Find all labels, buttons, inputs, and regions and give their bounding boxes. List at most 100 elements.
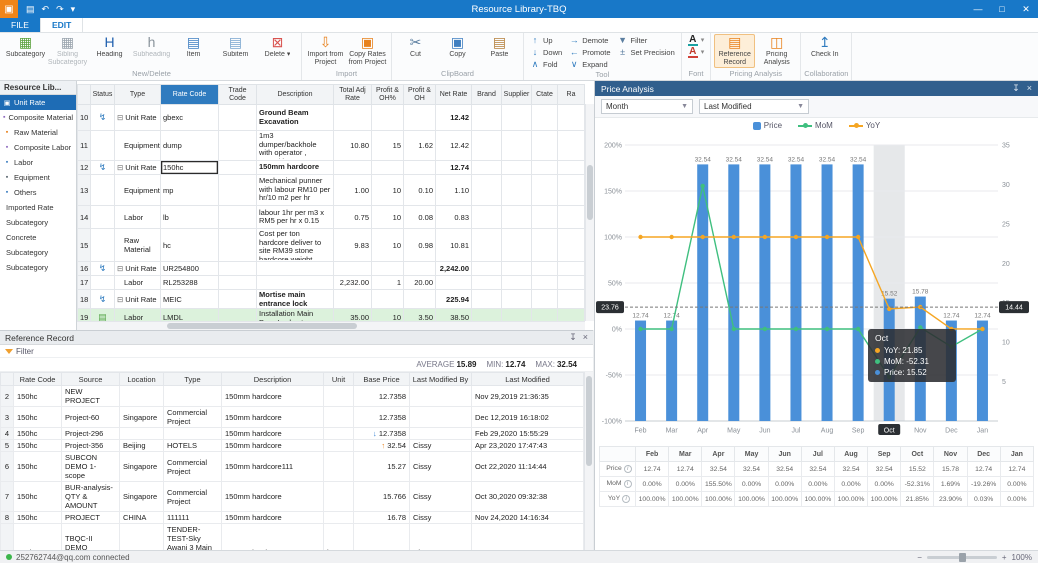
close-panel-icon[interactable]: × (1027, 83, 1032, 94)
sidebar-item-unit-rate[interactable]: ▣Unit Rate (0, 95, 76, 110)
table-row[interactable]: 5150hcProject-356BeijingHOTELS150mm hard… (1, 440, 584, 452)
ribbon-button-promote[interactable]: ←Promote (566, 46, 613, 58)
column-header-unit[interactable]: Unit (324, 373, 354, 386)
filter-label[interactable]: Filter (16, 347, 34, 356)
ribbon-button-pricing-analysis[interactable]: ◫Pricing Analysis (756, 34, 797, 68)
cell-rate-code[interactable]: mp (161, 175, 219, 206)
tab-edit[interactable]: EDIT (40, 18, 83, 32)
table-row[interactable]: 13EquipmentmpMechanical punner with labo… (78, 175, 585, 206)
legend-item-mom[interactable]: MoM (798, 121, 833, 130)
collapse-icon[interactable]: ⊟ (117, 295, 123, 304)
ribbon-button-cut[interactable]: ✂Cut (395, 34, 436, 60)
close-button[interactable]: ✕ (1014, 0, 1038, 18)
pin-icon[interactable]: ↧ (569, 332, 577, 343)
table-row[interactable]: 16↯⊟Unit RateUR2548002,242.00 (78, 262, 585, 276)
ribbon-button-demote[interactable]: →Demote (566, 34, 613, 46)
ribbon-button-font-fill[interactable]: A▾ (685, 46, 708, 58)
table-row[interactable]: 15Raw MaterialhcCost per ton hardcore de… (78, 229, 585, 262)
column-header-net-rate[interactable]: Net Rate (436, 85, 472, 105)
column-header-type[interactable]: Type (115, 85, 161, 105)
column-header-location[interactable]: Location (120, 373, 164, 386)
ribbon-button-copy-rates-from-project[interactable]: ▣Copy Rates from Project (347, 34, 388, 68)
close-panel-icon[interactable]: × (583, 332, 588, 343)
table-row[interactable]: 8150hcPROJECTCHINA111111150mm hardcore16… (1, 512, 584, 524)
ribbon-button-paste[interactable]: ▤Paste (479, 34, 520, 60)
table-row[interactable]: 2150hcNEW PROJECT150mm hardcore12.7358No… (1, 386, 584, 407)
sidebar-item-composite-material[interactable]: ▪Composite Material (0, 110, 76, 125)
ribbon-button-font-color[interactable]: A▾ (685, 34, 708, 46)
legend-item-price[interactable]: Price (753, 121, 782, 130)
ribbon-button-check-in[interactable]: ↥Check In (804, 34, 845, 60)
scrollbar-thumb[interactable] (167, 323, 357, 329)
cell-rate-code[interactable]: lb (161, 206, 219, 229)
undo-icon[interactable]: ↶ (42, 4, 50, 15)
table-row[interactable]: 4150hcProject-296150mm hardcore↓ 12.7358… (1, 428, 584, 440)
cell-rate-code[interactable]: UR254800 (161, 262, 219, 276)
scrollbar-thumb[interactable] (587, 165, 593, 220)
column-header-rate-code[interactable]: Rate Code (161, 85, 219, 105)
ribbon-button-import-from-project[interactable]: ⇩Import from Project (305, 34, 346, 68)
vertical-scrollbar[interactable] (584, 372, 593, 550)
table-row[interactable]: 11Equipmentdump1m3 dumper/backhole with … (78, 131, 585, 161)
ribbon-button-fold[interactable]: ∧Fold (527, 58, 565, 70)
table-row[interactable]: 17LaborRL2532882,232.00120.00 (78, 276, 585, 290)
table-row[interactable]: 9150hc_1TBQC-II DEMO PROJECT--mainroomTE… (1, 524, 584, 551)
column-header-description[interactable]: Description (257, 85, 334, 105)
sidebar-item-equipment[interactable]: ▪Equipment (0, 170, 76, 185)
column-header-x[interactable] (78, 85, 91, 105)
save-icon[interactable]: ▤ (26, 4, 35, 15)
table-row[interactable]: 12↯⊟Unit Rate150hc150mm hardcore12.74 (78, 161, 585, 175)
table-row[interactable]: 6150hcSUBCON DEMO 1-scopeSingaporeCommer… (1, 452, 584, 482)
cell-rate-code[interactable]: 150hc (161, 161, 219, 175)
ribbon-button-set-precision[interactable]: ±Set Precision (615, 46, 678, 58)
zoom-out-button[interactable]: − (917, 553, 922, 562)
column-header-brand[interactable]: Brand (472, 85, 502, 105)
zoom-in-button[interactable]: + (1002, 553, 1007, 562)
table-row[interactable]: 3150hcProject-60SingaporeCommercial Proj… (1, 407, 584, 428)
ribbon-button-subheading[interactable]: hSubheading (131, 34, 172, 60)
minimize-button[interactable]: — (966, 0, 990, 18)
zoom-slider[interactable] (927, 556, 997, 559)
info-icon[interactable]: i (624, 465, 632, 473)
tab-file[interactable]: FILE (0, 18, 40, 32)
ribbon-button-up[interactable]: ↑Up (527, 34, 565, 46)
cell-rate-code[interactable]: gbexc (161, 105, 219, 131)
maximize-button[interactable]: □ (990, 0, 1014, 18)
column-header-trade-code[interactable]: Trade Code (219, 85, 257, 105)
ribbon-button-reference-record[interactable]: ▤Reference Record (714, 34, 755, 68)
ribbon-button-subitem[interactable]: ▤Subitem (215, 34, 256, 60)
table-row[interactable]: 14Laborlblabour 1hr per m3 x RM5 per hr … (78, 206, 585, 229)
sidebar-item-imported-rate[interactable]: Imported Rate (0, 200, 76, 215)
price-chart[interactable]: -100%-50%0%50%100%150%200%51015202530351… (595, 133, 1038, 445)
column-header-supplier[interactable]: Supplier (502, 85, 532, 105)
cell-rate-code[interactable]: RL253288 (161, 276, 219, 290)
legend-item-yoy[interactable]: YoY (849, 121, 880, 130)
ribbon-button-delete[interactable]: ⊠Delete ▾ (257, 34, 298, 60)
ribbon-button-item[interactable]: ▤Item (173, 34, 214, 60)
redo-icon[interactable]: ↷ (56, 4, 64, 15)
sidebar-item-subcategory[interactable]: Subcategory (0, 260, 76, 275)
ribbon-button-expand[interactable]: ∨Expand (566, 58, 613, 70)
scrollbar-thumb[interactable] (586, 376, 592, 466)
horizontal-scrollbar[interactable] (77, 321, 585, 330)
column-header-rate-code[interactable]: Rate Code (14, 373, 62, 386)
ribbon-button-down[interactable]: ↓Down (527, 46, 565, 58)
column-header-profit-oh[interactable]: Profit & OH (404, 85, 436, 105)
sidebar-item-composite-labor[interactable]: ▪Composite Labor (0, 140, 76, 155)
column-header-status[interactable]: Status (91, 85, 115, 105)
sidebar-item-others[interactable]: ▪Others (0, 185, 76, 200)
cell-rate-code[interactable]: hc (161, 229, 219, 262)
collapse-icon[interactable]: ⊟ (117, 163, 123, 172)
ribbon-button-copy[interactable]: ▣Copy (437, 34, 478, 60)
column-header-ctate[interactable]: Ctate (532, 85, 558, 105)
info-icon[interactable]: i (624, 480, 632, 488)
column-header-ra[interactable]: Ra (558, 85, 585, 105)
cell-rate-code[interactable]: MEIC (161, 290, 219, 309)
collapse-icon[interactable]: ⊟ (117, 113, 123, 122)
zoom-slider-thumb[interactable] (959, 553, 966, 562)
column-header-last-modified[interactable]: Last Modified (472, 373, 584, 386)
pin-icon[interactable]: ↧ (1012, 83, 1020, 94)
column-header-profit-oh[interactable]: Profit & OH% (372, 85, 404, 105)
info-icon[interactable]: i (622, 495, 630, 503)
table-row[interactable]: 10↯⊟Unit RategbexcGround Beam Excavation… (78, 105, 585, 131)
